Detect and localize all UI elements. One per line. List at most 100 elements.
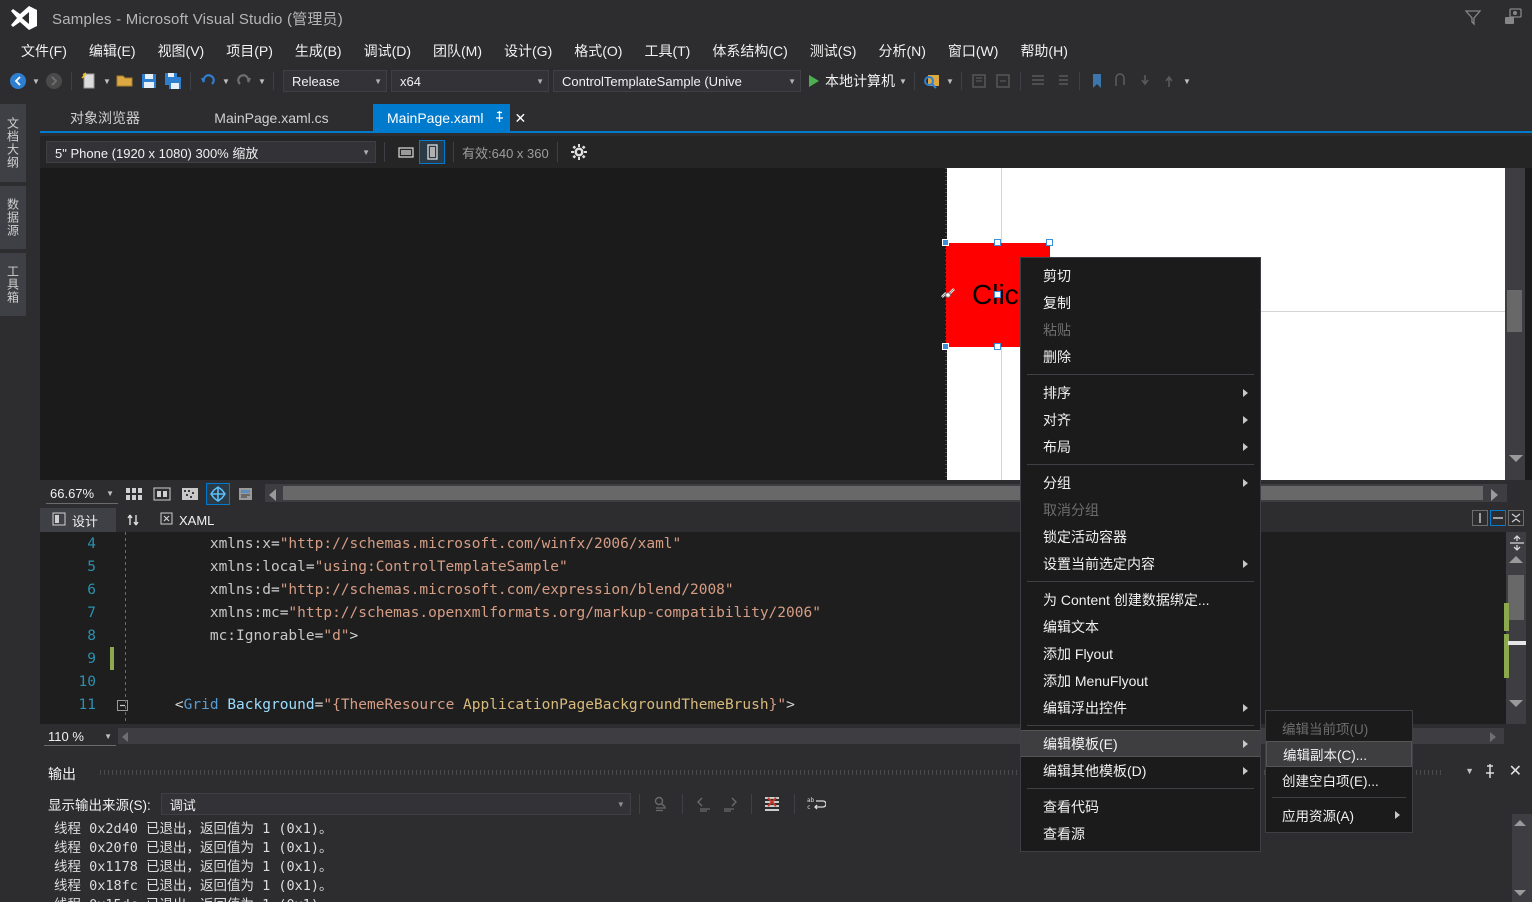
new-item-icon[interactable] — [77, 69, 101, 93]
menu-item-10[interactable]: 体系结构(C) — [701, 37, 798, 65]
context-menu-item-19[interactable]: 查看源 — [1021, 820, 1260, 847]
menu-item-1[interactable]: 编辑(E) — [78, 37, 147, 65]
editor-scroll-left-arrow[interactable] — [122, 732, 128, 742]
code-line[interactable]: 8 mc:Ignorable="d"> — [40, 624, 1506, 647]
undo-dropdown[interactable]: ▼ — [220, 69, 232, 93]
show-code-icon[interactable] — [234, 483, 258, 505]
editor-zoom-combo[interactable]: 110 % ▼ — [44, 728, 116, 746]
document-tab-0[interactable]: 对象浏览器 — [40, 104, 170, 132]
designer-context-menu[interactable]: 剪切 复制 粘贴 删除 排序 对齐 布局 分组 取消分组 锁定活动容器 设置当前选定内容为 Cont… — [1020, 257, 1261, 852]
menu-item-6[interactable]: 团队(M) — [422, 37, 493, 65]
close-icon[interactable]: ✕ — [1509, 761, 1522, 781]
menu-item-8[interactable]: 格式(O) — [563, 37, 633, 65]
editor-split-grip[interactable] — [1508, 534, 1526, 552]
output-scroll-up-arrow[interactable] — [1514, 820, 1526, 826]
canvas-scroll-thumb[interactable] — [1507, 290, 1522, 332]
context-menu-item-11[interactable]: 为 Content 创建数据绑定... — [1021, 586, 1260, 613]
context-menu-item-18[interactable]: 查看代码 — [1021, 793, 1260, 820]
editor-scroll-down-arrow[interactable] — [1509, 700, 1523, 707]
context-menu-item-0[interactable]: 剪切 — [1021, 262, 1260, 289]
designer-zoom-combo[interactable]: 66.67% ▼ — [46, 484, 118, 504]
snap-artboard-icon[interactable] — [178, 483, 202, 505]
pin-icon[interactable] — [1482, 762, 1498, 783]
output-vertical-scrollbar[interactable] — [1512, 814, 1532, 902]
context-menu-item-12[interactable]: 编辑文本 — [1021, 613, 1260, 640]
context-menu-item-5[interactable]: 对齐 — [1021, 406, 1260, 433]
document-tab-1[interactable]: MainPage.xaml.cs — [170, 104, 373, 132]
output-scroll-down-arrow[interactable] — [1514, 890, 1526, 896]
code-line[interactable]: 7 xmlns:mc="http://schemas.openxmlformat… — [40, 601, 1506, 624]
sidebar-tab-document-outline[interactable]: 文档大纲 — [0, 104, 26, 182]
context-menu-item-7[interactable]: 分组 — [1021, 469, 1260, 496]
split-vertical-icon[interactable] — [1472, 510, 1488, 526]
start-debugging-button[interactable]: 本地计算机 — [801, 69, 897, 93]
fold-toggle[interactable] — [114, 698, 130, 711]
collapse-pane-icon[interactable] — [1508, 510, 1524, 526]
editor-scroll-right-arrow[interactable] — [1490, 732, 1496, 742]
solution-platform-combo[interactable]: x64 ▼ — [391, 70, 549, 92]
submenu-item-2[interactable]: 创建空白项(E)... — [1266, 767, 1412, 793]
context-menu-item-1[interactable]: 复制 — [1021, 289, 1260, 316]
attach-process-icon[interactable] — [920, 69, 944, 93]
menu-item-11[interactable]: 测试(S) — [799, 37, 868, 65]
menu-item-3[interactable]: 项目(P) — [215, 37, 284, 65]
canvas-scroll-down-arrow[interactable] — [1509, 455, 1523, 462]
grid-view-icon[interactable] — [122, 483, 146, 505]
context-menu-item-10[interactable]: 设置当前选定内容 — [1021, 550, 1260, 577]
editor-scroll-up-arrow[interactable] — [1509, 556, 1523, 563]
startup-project-combo[interactable]: ControlTemplateSample (Unive ▼ — [553, 70, 801, 92]
device-selector-combo[interactable]: 5" Phone (1920 x 1080) 300% 缩放 ▼ — [46, 141, 376, 163]
selection-handle-s[interactable] — [994, 343, 1001, 350]
menu-item-12[interactable]: 分析(N) — [867, 37, 936, 65]
editor-scroll-thumb[interactable] — [1508, 575, 1524, 620]
context-menu-item-4[interactable]: 排序 — [1021, 379, 1260, 406]
menu-item-7[interactable]: 设计(G) — [493, 37, 563, 65]
menu-item-0[interactable]: 文件(F) — [10, 37, 78, 65]
code-line[interactable]: 10 — [40, 670, 1506, 693]
gear-icon[interactable] — [566, 140, 592, 164]
chevron-down-icon[interactable]: ▼ — [1465, 766, 1474, 776]
swap-panes-icon[interactable] — [116, 512, 150, 528]
sidebar-tab-toolbox[interactable]: 工具箱 — [0, 253, 26, 316]
selection-handle-sw[interactable] — [942, 343, 949, 350]
selection-handle-n[interactable] — [994, 239, 1001, 246]
close-icon[interactable]: ✕ — [515, 110, 527, 127]
selection-handle-ne[interactable] — [1046, 239, 1053, 246]
submenu-item-3[interactable]: 应用资源(A) — [1266, 802, 1412, 828]
nav-back-icon[interactable] — [6, 69, 30, 93]
menu-item-13[interactable]: 窗口(W) — [937, 37, 1010, 65]
canvas-scroll-left-arrow[interactable] — [269, 489, 276, 501]
code-line[interactable]: 5 xmlns:local="using:ControlTemplateSamp… — [40, 555, 1506, 578]
context-menu-item-17[interactable]: 编辑其他模板(D) — [1021, 757, 1260, 784]
output-source-combo[interactable]: 调试 ▼ — [160, 793, 631, 815]
open-file-icon[interactable] — [113, 69, 137, 93]
context-menu-item-6[interactable]: 布局 — [1021, 433, 1260, 460]
code-line[interactable]: 9 — [40, 647, 1506, 670]
selection-handle-center[interactable] — [994, 291, 1001, 298]
word-wrap-icon[interactable]: ab c — [803, 792, 829, 816]
attach-dropdown[interactable]: ▼ — [944, 69, 956, 93]
clear-all-icon[interactable] — [760, 792, 786, 816]
menu-item-14[interactable]: 帮助(H) — [1009, 37, 1078, 65]
code-line[interactable]: 4 xmlns:x="http://schemas.microsoft.com/… — [40, 532, 1506, 555]
menu-item-2[interactable]: 视图(V) — [147, 37, 216, 65]
tab-xaml-view[interactable]: XAML — [150, 512, 214, 528]
split-horizontal-icon[interactable] — [1490, 510, 1506, 526]
document-tab-2[interactable]: MainPage.xaml ✕ — [373, 104, 526, 132]
menu-item-9[interactable]: 工具(T) — [633, 37, 701, 65]
code-line[interactable]: 6 xmlns:d="http://schemas.microsoft.com/… — [40, 578, 1506, 601]
save-icon[interactable] — [137, 69, 161, 93]
filter-icon[interactable] — [1460, 4, 1486, 30]
context-menu-item-3[interactable]: 删除 — [1021, 343, 1260, 370]
feedback-icon[interactable] — [1500, 4, 1526, 30]
selection-handle-nw[interactable] — [942, 239, 949, 246]
snap-lines-icon[interactable] — [206, 483, 230, 505]
landscape-orientation-icon[interactable] — [393, 140, 419, 164]
xaml-code-editor[interactable]: 4 xmlns:x="http://schemas.microsoft.com/… — [40, 532, 1506, 724]
snap-grid-icon[interactable] — [150, 483, 174, 505]
nav-back-dropdown[interactable]: ▼ — [30, 69, 42, 93]
context-menu-item-15[interactable]: 编辑浮出控件 — [1021, 694, 1260, 721]
bookmark-icon[interactable] — [1085, 69, 1109, 93]
portrait-orientation-icon[interactable] — [419, 140, 445, 164]
canvas-scroll-right-arrow[interactable] — [1491, 489, 1498, 501]
